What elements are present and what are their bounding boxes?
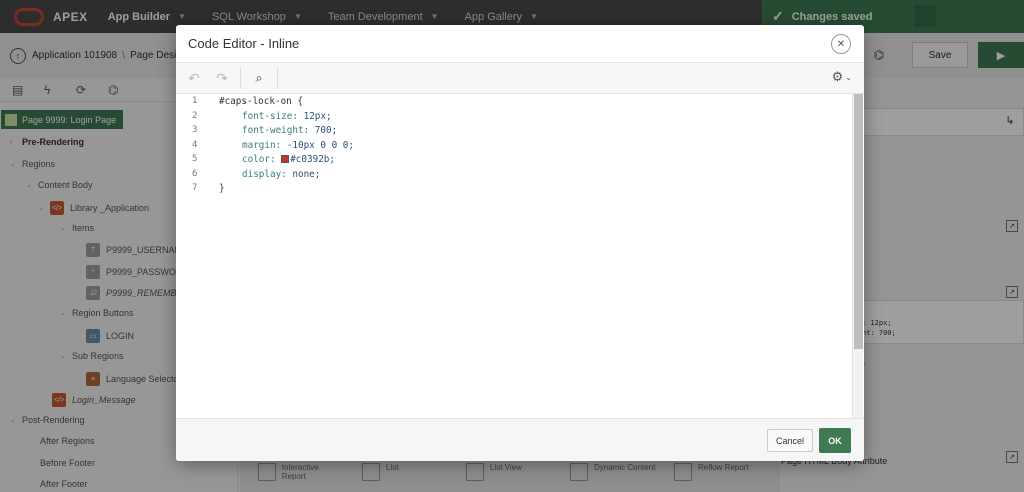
toolbar-divider	[277, 67, 278, 89]
code-editor-dialog: Code Editor - Inline ✕ ↶ ↷ ⌕ ⚙ ⌄ 1 2 3 4 …	[176, 25, 864, 461]
line-number: 1	[192, 96, 198, 106]
cancel-button[interactable]: Cancel	[767, 429, 813, 452]
line-number: 4	[192, 140, 198, 150]
code-line: color: #c0392b;	[242, 154, 335, 165]
dialog-footer: Cancel OK	[176, 418, 864, 461]
undo-icon: ↶	[188, 69, 200, 86]
line-number-gutter: 1 2 3 4 5 6 7	[176, 94, 214, 418]
editor-toolbar: ↶ ↷ ⌕	[176, 63, 864, 94]
redo-icon: ↷	[216, 69, 228, 86]
undo-button[interactable]: ↶	[180, 66, 208, 90]
redo-button[interactable]: ↷	[208, 66, 236, 90]
code-line: }	[219, 183, 225, 194]
toolbar-divider	[240, 67, 241, 89]
close-button[interactable]: ✕	[831, 34, 851, 54]
ok-button[interactable]: OK	[819, 428, 851, 453]
line-number: 3	[192, 125, 198, 135]
close-icon: ✕	[836, 38, 846, 50]
code-line: #caps-lock-on {	[219, 96, 303, 107]
find-button[interactable]: ⌕	[245, 66, 273, 90]
dialog-header: Code Editor - Inline ✕	[176, 25, 864, 63]
color-swatch[interactable]	[281, 155, 290, 163]
gear-icon: ⚙	[831, 69, 844, 84]
dialog-title: Code Editor - Inline	[188, 36, 300, 51]
line-number: 7	[192, 183, 198, 193]
code-line: font-size: 12px;	[242, 111, 332, 122]
line-number: 2	[192, 111, 198, 121]
code-editor-area[interactable]: 1 2 3 4 5 6 7 #caps-lock-on { font-size:…	[176, 94, 864, 418]
search-icon: ⌕	[255, 70, 263, 85]
scrollbar-thumb[interactable]	[854, 94, 863, 349]
code-line: font-weight: 700;	[242, 125, 338, 136]
code-line: display: none;	[242, 169, 321, 180]
chevron-down-icon: ⌄	[845, 72, 852, 82]
settings-menu-button[interactable]: ⚙ ⌄	[832, 69, 852, 85]
code-line: margin: -10px 0 0 0;	[242, 140, 354, 151]
vertical-scrollbar[interactable]	[852, 94, 863, 418]
line-number: 5	[192, 154, 198, 164]
line-number: 6	[192, 169, 198, 179]
